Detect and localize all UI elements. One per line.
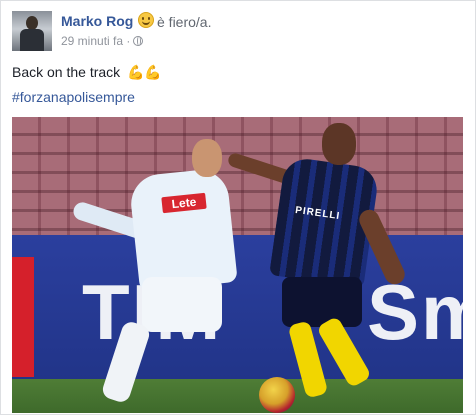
author-avatar[interactable] (12, 11, 52, 51)
timestamp-separator: · (126, 34, 131, 48)
ad-board-text-right: Sm (367, 268, 463, 356)
feeling-text: è fiero/a. (157, 14, 212, 30)
post-photo[interactable]: TIM Sm Lete PIRELLI (12, 117, 463, 413)
pitch-grass (12, 379, 463, 413)
avatar-body (20, 29, 44, 51)
napoli-player-shirt (128, 167, 238, 292)
inter-player-shorts (282, 277, 362, 327)
napoli-player-head (192, 139, 222, 177)
smile-icon (138, 12, 154, 28)
globe-icon[interactable] (133, 36, 143, 46)
post-timestamp[interactable]: 29 minuti fa · (61, 34, 130, 48)
avatar-head (26, 16, 38, 30)
ad-board-red-stripe (12, 257, 34, 377)
hashtag-link[interactable]: #forzanapolisempre (12, 89, 135, 105)
author-name[interactable]: Marko Rog (61, 13, 133, 29)
napoli-player-shorts (142, 277, 222, 332)
flexed-biceps-emoji: 💪💪 (127, 64, 162, 80)
football (259, 377, 295, 413)
timestamp-label: 29 minuti fa (61, 34, 124, 48)
post-text: Back on the track (12, 64, 121, 80)
facebook-post: Marko Rog è fiero/a. 29 minuti fa · Back… (0, 0, 476, 415)
inter-player-head (322, 123, 356, 165)
